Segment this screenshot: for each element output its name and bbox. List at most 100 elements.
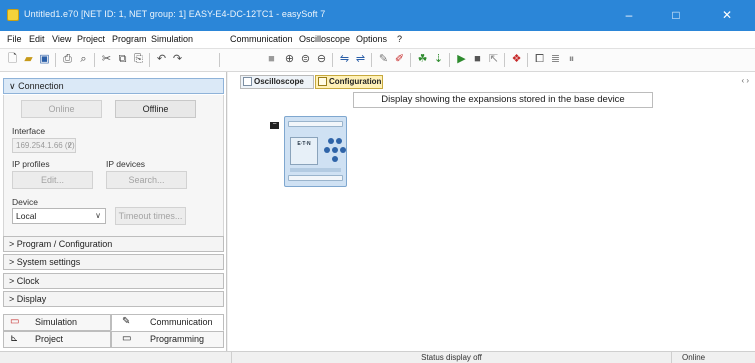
device-key-icon bbox=[332, 147, 338, 153]
oscilloscope-icon bbox=[243, 77, 252, 86]
zoom-reset-icon[interactable]: ⊜ bbox=[298, 52, 313, 67]
run-icon[interactable]: ☘ bbox=[415, 52, 430, 67]
main-area: Oscilloscope Configuration ‹ › Display s… bbox=[228, 72, 755, 351]
toolbar-separator bbox=[527, 53, 528, 67]
fit-icon[interactable]: ■ bbox=[264, 52, 279, 67]
device-terminals-bottom bbox=[288, 175, 343, 181]
toolbar-separator bbox=[449, 53, 450, 67]
online-button[interactable]: Online bbox=[21, 100, 102, 118]
menu-simulation[interactable]: Simulation bbox=[151, 34, 193, 44]
window-icon[interactable]: ⧠ bbox=[532, 52, 547, 67]
stop-icon[interactable]: ■ bbox=[470, 52, 485, 67]
menu-file[interactable]: File bbox=[7, 34, 22, 44]
display-section[interactable]: > Display bbox=[3, 291, 224, 307]
connection-body: Online Offline Interface 169.254.1.66 (2… bbox=[3, 95, 224, 243]
menu-bar: File Edit View Project Program Simulatio… bbox=[0, 31, 755, 49]
device-select[interactable]: Local ∨ bbox=[12, 208, 106, 224]
tab-oscilloscope[interactable]: Oscilloscope bbox=[240, 75, 314, 89]
toolbar: 🗋 ▰ ▣ ⎙ ⌕ ✂ ⧉ ⎘ ↶ ↷ ■ ⊕ ⊜ ⊖ ⇋ ⇌ ✎ ✐ ☘ ⇣ … bbox=[0, 49, 755, 72]
disconnect-icon[interactable]: ⇌ bbox=[353, 52, 368, 67]
tab-communication[interactable]: ✎ Communication bbox=[111, 314, 224, 331]
menu-edit[interactable]: Edit bbox=[29, 34, 45, 44]
open-folder-icon[interactable]: ▰ bbox=[21, 52, 36, 67]
clock-section[interactable]: > Clock bbox=[3, 273, 224, 289]
menu-communication[interactable]: Communication bbox=[230, 34, 293, 44]
tab-programming[interactable]: ▭ Programming bbox=[111, 331, 224, 348]
ip-devices-label: IP devices bbox=[106, 159, 146, 169]
maximize-button[interactable]: □ bbox=[658, 0, 694, 31]
window-title: Untitled1.e70 [NET ID: 1, NET group: 1] … bbox=[24, 9, 326, 19]
device-value: Local bbox=[16, 211, 37, 221]
offline-button[interactable]: Offline bbox=[115, 100, 196, 118]
tab-scroll-arrows[interactable]: ‹ › bbox=[741, 76, 749, 85]
timeout-times-button[interactable]: Timeout times... bbox=[115, 207, 186, 225]
tab-communication-label: Communication bbox=[150, 317, 213, 327]
toolbar-separator bbox=[55, 53, 56, 67]
search-button[interactable]: Search... bbox=[106, 171, 187, 189]
tab-oscilloscope-label: Oscilloscope bbox=[254, 77, 304, 86]
undo-icon[interactable]: ↶ bbox=[154, 52, 169, 67]
tab-project-label: Project bbox=[35, 334, 64, 344]
cut-icon[interactable]: ✂ bbox=[99, 52, 114, 67]
device-display: E·T·N bbox=[290, 137, 318, 165]
tab-programming-label: Programming bbox=[150, 334, 205, 344]
print-icon[interactable]: ⎙ bbox=[60, 52, 75, 67]
tab-simulation[interactable]: ▭ Simulation bbox=[3, 314, 111, 331]
connect-icon[interactable]: ⇋ bbox=[337, 52, 352, 67]
bug-icon[interactable]: ❖ bbox=[509, 52, 524, 67]
device-key-icon bbox=[328, 138, 334, 144]
interface-field[interactable]: 169.254.1.66 (2) ∨ bbox=[12, 138, 76, 153]
zoom-in-icon[interactable]: ⊕ bbox=[282, 52, 297, 67]
device-key-icon bbox=[340, 147, 346, 153]
close-button[interactable]: ✕ bbox=[709, 0, 745, 31]
tab-configuration[interactable]: Configuration bbox=[315, 75, 383, 89]
tab-configuration-label: Configuration bbox=[329, 77, 382, 86]
bottom-tabs-row-1: ▭ Simulation ✎ Communication bbox=[3, 314, 224, 331]
edit-button[interactable]: Edit... bbox=[12, 171, 93, 189]
simulation-icon: ▭ bbox=[10, 316, 20, 327]
menu-project[interactable]: Project bbox=[77, 34, 105, 44]
app-icon bbox=[7, 9, 19, 21]
menu-options[interactable]: Options bbox=[356, 34, 387, 44]
menu-program[interactable]: Program bbox=[112, 34, 147, 44]
device-label: Device bbox=[12, 197, 38, 207]
print-preview-icon[interactable]: ⌕ bbox=[76, 52, 91, 67]
system-settings-section[interactable]: > System settings bbox=[3, 254, 224, 270]
zoom-out-icon[interactable]: ⊖ bbox=[314, 52, 329, 67]
device-key-icon bbox=[332, 156, 338, 162]
tab-project[interactable]: ⊾ Project bbox=[3, 331, 111, 348]
base-device[interactable]: E·T·N bbox=[284, 116, 347, 187]
paste-icon[interactable]: ⎘ bbox=[131, 52, 146, 67]
pause-icon[interactable]: ⇱ bbox=[486, 52, 501, 67]
chevron-down-icon: ∨ bbox=[66, 142, 72, 149]
configuration-icon bbox=[318, 77, 327, 86]
tab-simulation-label: Simulation bbox=[35, 317, 78, 327]
tool-red-icon[interactable]: ✐ bbox=[392, 52, 407, 67]
interface-label: Interface bbox=[12, 126, 46, 136]
copy-icon[interactable]: ⧉ bbox=[115, 52, 130, 67]
device-key-icon bbox=[324, 147, 330, 153]
pause-bars-icon[interactable]: ⏸ bbox=[564, 52, 579, 67]
program-configuration-section[interactable]: > Program / Configuration bbox=[3, 236, 224, 252]
communication-icon: ✎ bbox=[122, 316, 131, 327]
expansion-info-box: Display showing the expansions stored in… bbox=[353, 92, 653, 108]
connection-status: Online bbox=[671, 352, 755, 363]
play-icon[interactable]: ▶ bbox=[454, 52, 469, 67]
list-icon[interactable]: ≣ bbox=[548, 52, 563, 67]
redo-icon[interactable]: ↷ bbox=[170, 52, 185, 67]
menu-help[interactable]: ? bbox=[397, 34, 402, 44]
minimize-button[interactable]: – bbox=[611, 0, 647, 31]
left-panel: ∨ Connection Online Offline Interface 16… bbox=[0, 72, 227, 351]
collapse-toggle[interactable]: − bbox=[270, 121, 279, 129]
menu-view[interactable]: View bbox=[52, 34, 71, 44]
connection-section-header[interactable]: ∨ Connection bbox=[3, 78, 224, 94]
save-icon[interactable]: ▣ bbox=[37, 52, 52, 67]
device-key-icon bbox=[336, 138, 342, 144]
device-strip bbox=[290, 168, 341, 172]
toolbar-separator bbox=[149, 53, 150, 67]
menu-oscilloscope[interactable]: Oscilloscope bbox=[299, 34, 350, 44]
new-file-icon[interactable]: 🗋 bbox=[5, 52, 20, 67]
tool-icon[interactable]: ✎ bbox=[376, 52, 391, 67]
step-icon[interactable]: ⇣ bbox=[431, 52, 446, 67]
chevron-down-icon: ∨ bbox=[95, 211, 101, 220]
